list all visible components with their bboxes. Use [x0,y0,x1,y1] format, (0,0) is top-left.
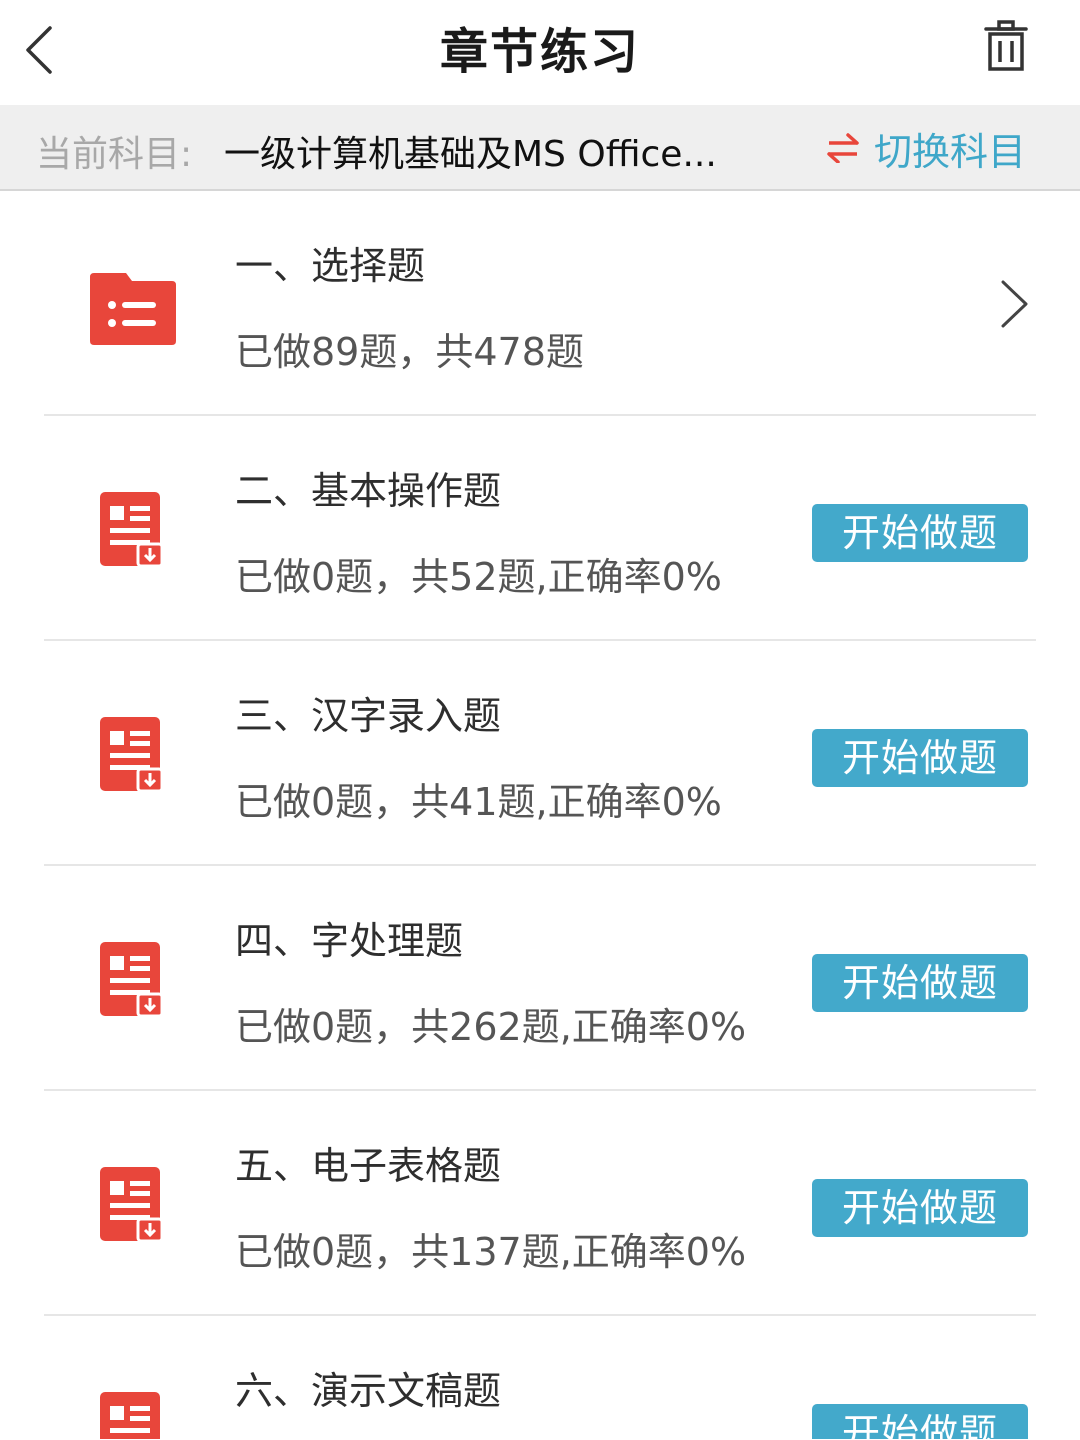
chapter-title: 六、演示文稿题 [235,1369,502,1413]
navigation-bar: 章节练习 [0,0,1080,105]
chapter-list: 一、选择题 已做89题，共478题 二、基本操作题 已做0题，共52题,正确率0… [0,191,1080,1439]
chapter-stats: 已做89题，共478题 [235,330,584,374]
chapter-item[interactable]: 六、演示文稿题 开始做题 [0,1316,1080,1439]
chapter-item[interactable]: 五、电子表格题 已做0题，共137题,正确率0% 开始做题 [0,1091,1080,1316]
chapter-stats: 已做0题，共137题,正确率0% [235,1230,747,1274]
chapter-stats: 已做0题，共262题,正确率0% [235,1005,747,1049]
chapter-stats: 已做0题，共52题,正确率0% [235,555,722,599]
chapter-stats: 已做0题，共41题,正确率0% [235,780,722,824]
subject-label: 当前科目: [36,134,193,175]
chapter-title: 一、选择题 [235,244,426,288]
folder-list-icon [90,273,176,345]
document-download-icon [100,942,164,1018]
start-practice-button[interactable]: 开始做题 [812,729,1028,787]
switch-subject-button[interactable]: 切换科目 [826,123,1026,174]
trash-icon [984,20,1028,71]
current-subject-bar: 当前科目: 一级计算机基础及MS Office... 切换科目 [0,105,1080,191]
chevron-right-icon[interactable] [998,279,1032,329]
delete-button[interactable] [976,16,1036,76]
subject-name: 一级计算机基础及MS Office... [224,134,717,175]
document-download-icon [100,1392,160,1439]
chapter-item[interactable]: 四、字处理题 已做0题，共262题,正确率0% 开始做题 [0,866,1080,1091]
chapter-item[interactable]: 一、选择题 已做89题，共478题 [0,191,1080,416]
start-practice-button[interactable]: 开始做题 [812,1179,1028,1237]
swap-arrows-icon [827,133,859,163]
start-practice-button[interactable]: 开始做题 [812,954,1028,1012]
chapter-title: 四、字处理题 [235,919,464,963]
page-title: 章节练习 [439,24,640,80]
chapter-title: 五、电子表格题 [235,1144,502,1188]
chapter-title: 二、基本操作题 [235,469,502,513]
document-download-icon [100,1167,164,1243]
switch-subject-label: 切换科目 [873,129,1026,174]
document-download-icon [100,717,164,793]
start-practice-button[interactable]: 开始做题 [812,1404,1028,1439]
chapter-item[interactable]: 二、基本操作题 已做0题，共52题,正确率0% 开始做题 [0,416,1080,641]
document-download-icon [100,492,164,568]
start-practice-button[interactable]: 开始做题 [812,504,1028,562]
chapter-item[interactable]: 三、汉字录入题 已做0题，共41题,正确率0% 开始做题 [0,641,1080,866]
chapter-title: 三、汉字录入题 [235,694,502,738]
